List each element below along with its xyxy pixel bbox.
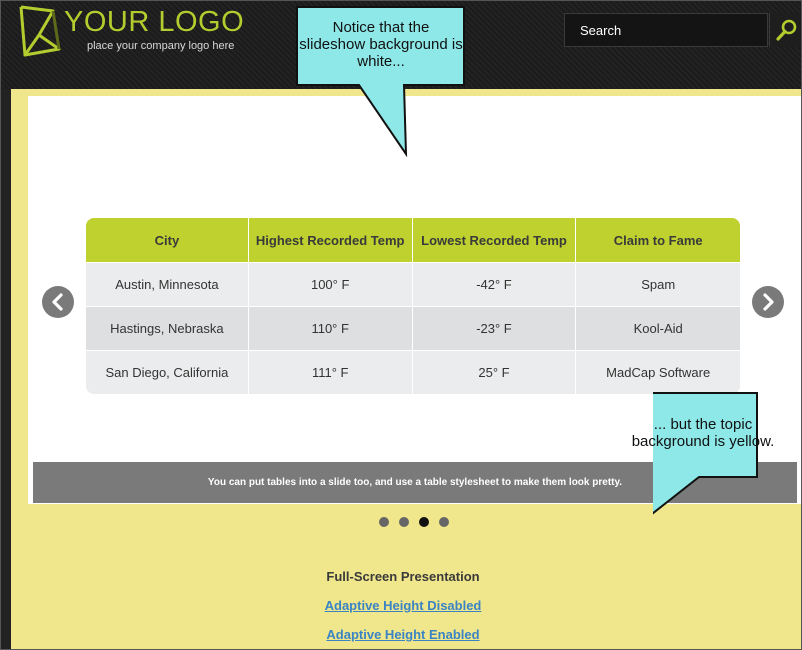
table-row: San Diego, California 111° F 25° F MadCa… <box>86 350 740 394</box>
temperature-table: City Highest Recorded Temp Lowest Record… <box>86 218 740 394</box>
presentation-links: Full-Screen Presentation Adaptive Height… <box>1 567 801 649</box>
chevron-right-icon <box>763 293 774 311</box>
slide-dot-1[interactable] <box>379 517 389 527</box>
column-header-city: City <box>86 218 249 262</box>
slide-dot-4[interactable] <box>439 517 449 527</box>
table-cell: Hastings, Nebraska <box>86 306 249 350</box>
logo-title: YOUR LOGO <box>64 6 245 38</box>
slideshow-prev-button[interactable] <box>42 286 74 318</box>
slideshow-next-button[interactable] <box>752 286 784 318</box>
slide-dot-2[interactable] <box>399 517 409 527</box>
browser-frame: YOUR LOGO place your company logo here S… <box>0 0 802 650</box>
search-box <box>564 13 801 47</box>
callout-bottom-text: ... but the topic background is yellow. <box>631 416 775 450</box>
table-row: Hastings, Nebraska 110° F -23° F Kool-Ai… <box>86 306 740 350</box>
presentation-heading: Full-Screen Presentation <box>326 569 480 584</box>
table-cell: Austin, Minnesota <box>86 262 249 306</box>
adaptive-height-disabled-link[interactable]: Adaptive Height Disabled <box>1 596 801 625</box>
table-row: Austin, Minnesota 100° F -42° F Spam <box>86 262 740 306</box>
search-button[interactable] <box>769 13 801 47</box>
table-cell: 25° F <box>412 350 577 394</box>
table-cell: -23° F <box>412 306 577 350</box>
table-cell: -42° F <box>412 262 577 306</box>
logo-mark-icon <box>19 5 61 57</box>
column-header-claim-to-fame: Claim to Fame <box>576 218 740 262</box>
table-header-row: City Highest Recorded Temp Lowest Record… <box>86 218 740 262</box>
callout-bottom-bubble <box>653 392 758 515</box>
callout-top-text: Notice that the slideshow background is … <box>299 19 463 70</box>
slide-pager <box>379 517 459 529</box>
topic-edge <box>1 89 11 649</box>
slide-dot-3[interactable] <box>419 517 429 527</box>
topic-content: City Highest Recorded Temp Lowest Record… <box>11 89 801 649</box>
table-cell: 110° F <box>248 306 413 350</box>
table-cell: San Diego, California <box>86 350 249 394</box>
adaptive-height-enabled-link[interactable]: Adaptive Height Enabled <box>1 625 801 649</box>
logo-subtitle: place your company logo here <box>87 40 235 52</box>
table-cell: 111° F <box>248 350 413 394</box>
column-header-lowest-temp: Lowest Recorded Temp <box>412 218 577 262</box>
magnifier-icon <box>776 19 797 41</box>
chevron-left-icon <box>52 293 63 311</box>
column-header-highest-temp: Highest Recorded Temp <box>248 218 413 262</box>
table-cell: 100° F <box>248 262 413 306</box>
table-cell: MadCap Software <box>576 350 740 394</box>
table-cell: Kool-Aid <box>576 306 740 350</box>
table-cell: Spam <box>576 262 740 306</box>
search-input[interactable] <box>564 13 768 47</box>
